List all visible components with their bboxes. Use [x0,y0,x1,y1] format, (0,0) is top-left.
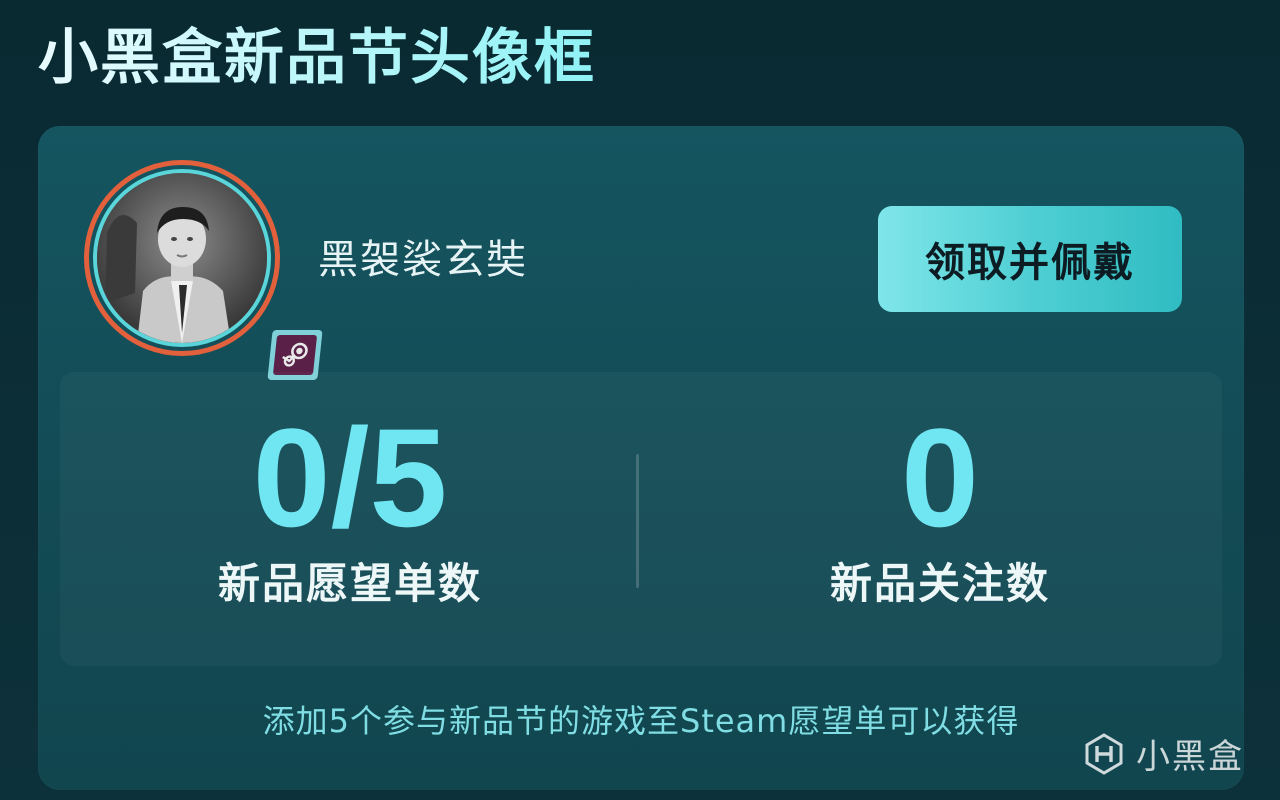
page-title: 小黑盒新品节头像框 [38,18,596,98]
avatar [84,160,323,380]
watermark: 小黑盒 [1082,729,1244,778]
heybox-logo-icon [1085,732,1123,775]
requirement-hint: 添加5个参与新品节的游戏至Steam愿望单可以获得 [262,702,1020,740]
follow-label: 新品关注数 [829,559,1050,608]
username: 黑袈裟玄奘 [318,237,528,283]
wishlist-label: 新品愿望单数 [217,559,482,608]
steam-icon [272,335,318,375]
follow-stat: 0 新品关注数 [700,408,1180,614]
avatar-frame-card: 黑袈裟玄奘 领取并佩戴 0/5 新品愿望单数 0 新品关注数 添加5个参与新品节… [38,126,1244,790]
claim-and-wear-button[interactable]: 领取并佩戴 [878,206,1182,312]
avatar-photo-circle [93,169,271,347]
watermark-text: 小黑盒 [1136,737,1244,777]
wishlist-stat: 0/5 新品愿望单数 [110,408,590,614]
user-photo [97,173,267,343]
stats-divider [636,454,639,588]
wishlist-count: 0/5 [252,399,448,556]
stats-panel: 0/5 新品愿望单数 0 新品关注数 [60,372,1222,666]
page-root: 小黑盒新品节头像框 黑袈裟玄奘 领取并佩戴 0/5 新品愿望单数 0 新品关注数… [0,0,1280,800]
follow-count: 0 [901,399,979,556]
